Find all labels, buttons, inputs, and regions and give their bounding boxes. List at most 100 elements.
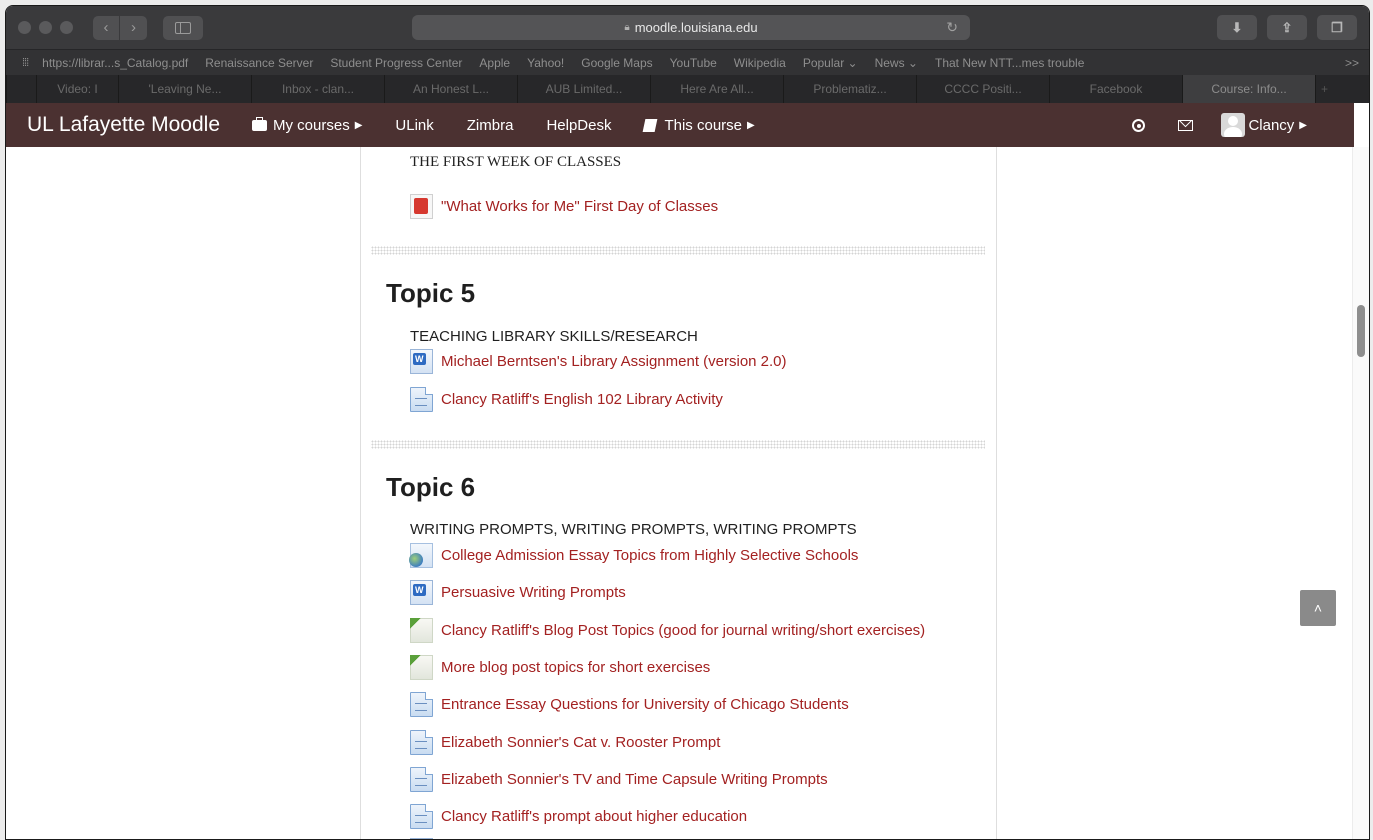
tab-active[interactable]: Course: Info... <box>1182 75 1315 103</box>
book-icon <box>643 118 658 132</box>
activity-item[interactable]: Clancy Ratliff's prompt about higher edu… <box>410 803 747 829</box>
reload-icon[interactable]: ↻ <box>946 19 958 36</box>
caret-right-icon: ▶ <box>747 119 755 131</box>
tab[interactable]: Inbox - clan... <box>251 75 384 103</box>
tab[interactable]: An Honest L... <box>384 75 517 103</box>
activity-link[interactable]: Persuasive Writing Prompts <box>441 584 626 601</box>
activity-item[interactable]: Elizabeth Sonnier's TV and Time Capsule … <box>410 766 828 792</box>
blog-icon <box>410 654 433 680</box>
notifications-icon[interactable] <box>1132 118 1146 132</box>
activity-link[interactable]: Elizabeth Sonnier's TV and Time Capsule … <box>441 771 828 788</box>
avatar[interactable] <box>1221 113 1246 137</box>
downloads-button[interactable]: ⬇ <box>1217 15 1257 40</box>
user-name: Clancy <box>1248 116 1295 134</box>
activity-item[interactable]: Clancy Ratliff's English 102 Library Act… <box>410 386 723 412</box>
activity-link[interactable]: College Admission Essay Topics from High… <box>441 547 858 564</box>
zoom-window-button[interactable] <box>60 21 73 34</box>
page-icon <box>410 386 433 412</box>
section-title: Topic 5 <box>386 278 476 308</box>
activity-item[interactable]: More blog post topics for short exercise… <box>410 654 710 680</box>
favorite-link[interactable]: Yahoo! <box>527 56 564 70</box>
favorite-link[interactable]: That New NTT...mes trouble <box>935 56 1084 70</box>
section-summary: THE FIRST WEEK OF CLASSES <box>410 154 622 170</box>
history-nav: ‹ › <box>93 15 147 40</box>
this-course-menu[interactable]: This course ▶ <box>643 117 755 134</box>
favorites-grid-icon[interactable]: ⁞⁞⁞ <box>22 57 29 69</box>
activity-link[interactable]: Entrance Essay Questions for University … <box>441 696 849 713</box>
page-scrollbar[interactable] <box>1352 147 1369 839</box>
new-tab-button[interactable]: + <box>1315 75 1333 103</box>
site-brand[interactable]: UL Lafayette Moodle <box>27 113 220 137</box>
user-menu[interactable]: Clancy ▶ <box>1248 117 1307 134</box>
favorite-link[interactable]: Google Maps <box>581 56 652 70</box>
favorite-link[interactable]: Student Progress Center <box>330 56 462 70</box>
activity-link[interactable]: Elizabeth Sonnier's Cat v. Rooster Promp… <box>441 734 720 751</box>
tab-bar: Video: I 'Leaving Ne... Inbox - clan... … <box>6 75 1369 103</box>
course-content: THE FIRST WEEK OF CLASSES "What Works fo… <box>360 147 997 839</box>
caret-right-icon: ▶ <box>354 119 363 131</box>
favorite-link[interactable]: YouTube <box>670 56 717 70</box>
minimize-window-button[interactable] <box>39 21 52 34</box>
tab[interactable]: Video: I <box>36 75 118 103</box>
section-divider <box>371 440 985 449</box>
favorites-bar: ⁞⁞⁞ https://librar...s_Catalog.pdf Renai… <box>6 49 1369 75</box>
navbar-right: Clancy ▶ <box>1132 103 1354 147</box>
caret-right-icon: ▶ <box>1299 119 1307 131</box>
address-bar[interactable]: 🔒︎ moodle.louisiana.edu ↻ <box>412 15 970 40</box>
chevron-left-icon: ‹ <box>103 19 109 36</box>
pdf-icon <box>410 193 433 219</box>
page-content: THE FIRST WEEK OF CLASSES "What Works fo… <box>6 147 1354 839</box>
title-bar: ‹ › 🔒︎ moodle.louisiana.edu ↻ ⬇ ⇪ ❐ <box>6 6 1369 49</box>
toolbar-right: ⬇ ⇪ ❐ <box>1217 15 1357 40</box>
activity-link[interactable]: More blog post topics for short exercise… <box>441 659 710 676</box>
activity-item[interactable]: Elizabeth Sonnier's Cat v. Rooster Promp… <box>410 729 720 755</box>
zimbra-link[interactable]: Zimbra <box>467 117 514 134</box>
tab[interactable]: AUB Limited... <box>517 75 650 103</box>
url-icon <box>409 542 433 568</box>
activity-link[interactable]: Michael Berntsen's Library Assignment (v… <box>441 353 787 370</box>
tab[interactable]: Problematiz... <box>783 75 916 103</box>
favorite-folder[interactable]: News ⌄ <box>875 56 918 70</box>
messages-icon[interactable] <box>1178 119 1194 131</box>
activity-link[interactable]: Clancy Ratliff's Blog Post Topics (good … <box>441 622 925 639</box>
ulink-link[interactable]: ULink <box>395 117 433 134</box>
briefcase-icon <box>252 116 268 131</box>
share-icon: ⇪ <box>1281 19 1293 35</box>
activity-item[interactable]: Michael Berntsen's Library Assignment (v… <box>410 348 787 374</box>
tab[interactable]: Facebook <box>1049 75 1182 103</box>
favorite-link[interactable]: Apple <box>479 56 510 70</box>
activity-link[interactable]: Clancy Ratliff's prompt about higher edu… <box>441 808 747 825</box>
back-button[interactable]: ‹ <box>93 15 120 40</box>
scrollbar-thumb[interactable] <box>1357 305 1365 357</box>
more-favorites-button[interactable]: >> <box>1345 56 1359 70</box>
plus-icon: + <box>1320 82 1328 96</box>
tab[interactable]: Here Are All... <box>650 75 783 103</box>
share-button[interactable]: ⇪ <box>1267 15 1307 40</box>
activity-item[interactable]: College Admission Essay Topics from High… <box>409 542 858 568</box>
chevron-right-icon: › <box>131 19 136 36</box>
page-icon <box>410 691 433 717</box>
blog-icon <box>410 617 433 643</box>
tab[interactable]: CCCC Positi... <box>916 75 1049 103</box>
tab[interactable]: 'Leaving Ne... <box>118 75 251 103</box>
helpdesk-link[interactable]: HelpDesk <box>546 117 611 134</box>
favorite-link[interactable]: https://librar...s_Catalog.pdf <box>42 56 188 70</box>
activity-item[interactable]: Clancy Ratliff's Blog Post Topics (good … <box>410 617 925 643</box>
activity-item[interactable]: Entrance Essay Questions for University … <box>410 691 849 717</box>
favorite-link[interactable]: Wikipedia <box>734 56 786 70</box>
tab-overview-button[interactable]: ❐ <box>1317 15 1357 40</box>
word-doc-icon <box>410 348 433 374</box>
activity-item[interactable]: "What Works for Me" First Day of Classes <box>410 193 718 219</box>
activity-link[interactable]: Clancy Ratliff's English 102 Library Act… <box>441 391 723 408</box>
favorite-link[interactable]: Renaissance Server <box>205 56 313 70</box>
activity-link[interactable]: "What Works for Me" First Day of Classes <box>441 198 718 215</box>
back-to-top-button[interactable]: ˄ <box>1300 590 1336 626</box>
close-window-button[interactable] <box>18 21 31 34</box>
activity-item[interactable]: Persuasive Writing Prompts <box>410 579 626 605</box>
favorite-folder[interactable]: Popular ⌄ <box>803 56 858 70</box>
my-courses-menu[interactable]: My courses ▶ <box>252 116 363 134</box>
page-icon <box>410 729 433 755</box>
sidebar-toggle-button[interactable] <box>163 15 203 40</box>
forward-button[interactable]: › <box>120 15 147 40</box>
tab-pinned[interactable] <box>6 75 36 103</box>
